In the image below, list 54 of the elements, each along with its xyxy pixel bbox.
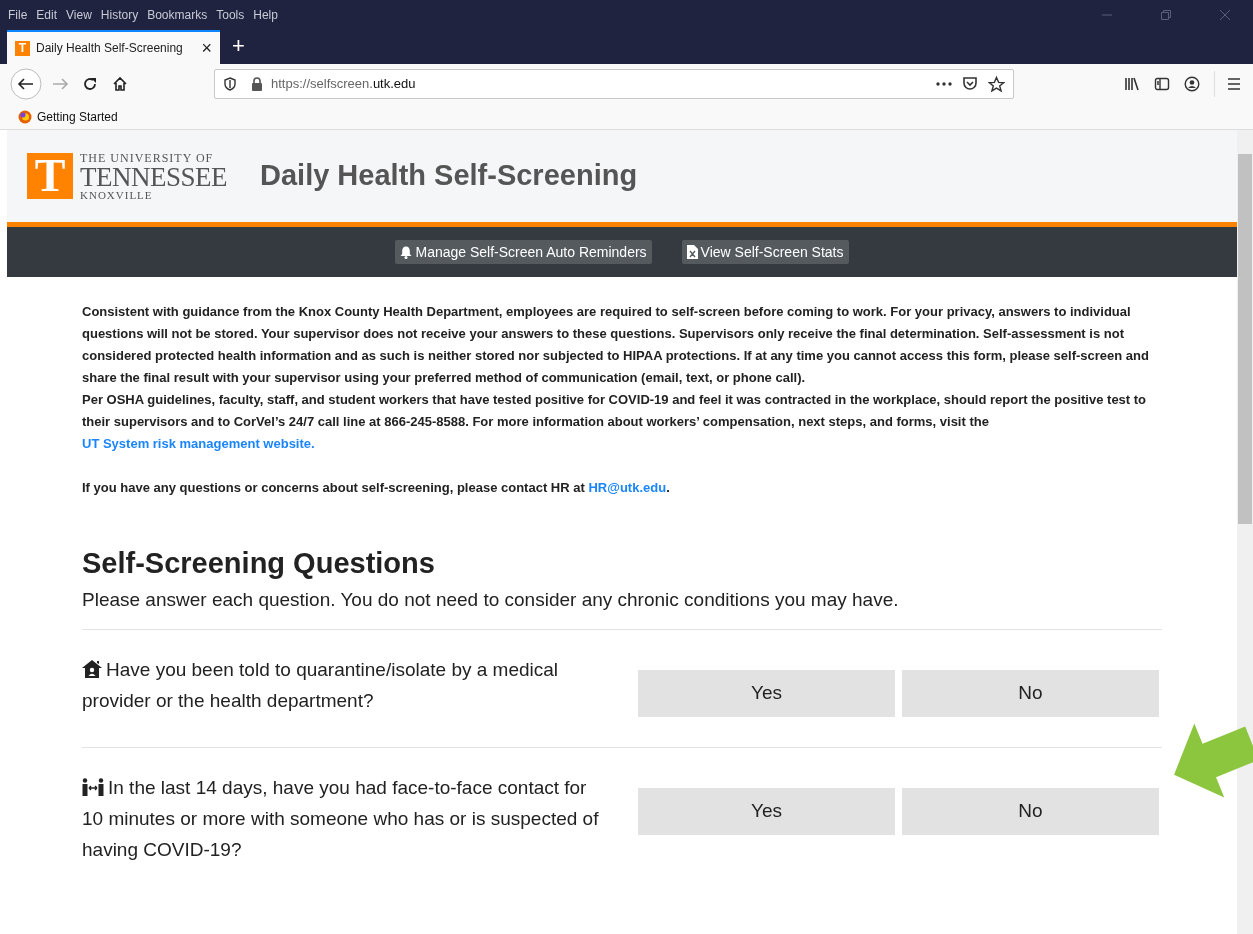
menu-item[interactable]: Edit [36, 6, 58, 24]
more-icon[interactable] [936, 82, 952, 86]
account-icon[interactable] [1184, 76, 1200, 92]
address-bar[interactable]: https://selfscreen.utk.edu [214, 69, 1014, 99]
section-subtitle: Please answer each question. You do not need to consider any chronic conditions you may have. [82, 588, 900, 612]
notice-paragraph: If you have any questions or concerns about self-screening, please contact HR at HR@utk.edu. [82, 479, 671, 497]
home-icon[interactable] [112, 76, 128, 92]
logo-text: THE UNIVERSITY OF [80, 151, 215, 164]
spreadsheet-file-icon [686, 245, 698, 259]
sidebar-icon[interactable] [1154, 76, 1170, 92]
star-icon[interactable] [988, 75, 1005, 93]
favicon: T [15, 40, 30, 56]
answer-button[interactable]: No [902, 788, 1159, 835]
people-distance-icon [82, 778, 104, 796]
scrollbar[interactable] [1237, 130, 1253, 934]
logo-text: TENNESSEE [80, 163, 227, 190]
url-text: https://selfscreen.utk.edu [271, 75, 416, 94]
nav-button[interactable]: View Self-Screen Stats [681, 240, 849, 264]
section-heading: Self-Screening Questions [82, 546, 436, 581]
question-text: In the last 14 days, have you had face-to-face contact for 10 minutes or more with someone who has or is suspected of having COVID-19? [82, 776, 600, 862]
tab-title: Daily Health Self-Screening [36, 40, 184, 57]
menu-icon[interactable] [1227, 77, 1241, 91]
question-text: Have you been told to quarantine/isolate by a medical provider or the health department? [82, 658, 560, 713]
menu-item[interactable]: File [8, 6, 28, 24]
browser-logo-icon [18, 109, 32, 124]
menu-item[interactable]: Bookmarks [147, 6, 208, 24]
lock-icon [251, 77, 263, 91]
pocket-icon[interactable] [962, 76, 978, 92]
menu-item[interactable]: View [66, 6, 92, 24]
reload-icon[interactable] [82, 76, 98, 92]
nav-button[interactable]: Manage Self-Screen Auto Reminders [395, 240, 652, 264]
menu-item[interactable]: Tools [216, 6, 245, 24]
library-icon[interactable] [1124, 76, 1140, 92]
restore-icon[interactable] [1160, 9, 1172, 21]
link[interactable]: UT System risk management website. [82, 436, 315, 451]
notice-paragraph: Per OSHA guidelines, faculty, staff, and student workers that have tested positive for COVID-19 and feel it was contracted in the workplace, should report the positive test to their supervisors and to CorVel’s 24/7 call line at 866-245-8588. For more information about workers’ compensation, next steps, and forms, visit the UT System risk management website. [82, 391, 1148, 453]
shield-icon [223, 77, 237, 91]
bookmark-item[interactable]: Getting Started [37, 107, 118, 126]
new-tab-button[interactable]: + [220, 30, 257, 64]
close-icon[interactable] [1219, 9, 1231, 21]
back-icon[interactable] [10, 68, 42, 100]
answer-button[interactable]: Yes [638, 670, 895, 717]
answer-button[interactable]: Yes [638, 788, 895, 835]
browser-tab[interactable]: T Daily Health Self-Screening × [7, 30, 220, 64]
notice-paragraph: Consistent with guidance from the Knox County Health Department, employees are required to self-screen before coming to work. For your privacy, answers to individual questions will not be stored. Your supervisor does not receive your answers to these questions. Supervisors only receive the final determination. Self-assessment is not considered protected health information and as such is neither stored nor subjected to HIPAA protections. If at any time you cannot access this form, please self-screen and share the final result with your supervisor using your preferred method of communication (email, text, or phone call). [82, 303, 1150, 387]
logo-text: KNOXVILLE [80, 189, 154, 201]
menu-item[interactable]: History [100, 6, 139, 24]
page-title: Daily Health Self-Screening [260, 158, 638, 194]
logo-mark: T [27, 153, 73, 199]
answer-button[interactable]: No [902, 670, 1159, 717]
menu-item[interactable]: Help [253, 6, 278, 24]
bell-icon [400, 245, 413, 259]
tab-close[interactable]: × [201, 39, 212, 57]
house-icon [82, 660, 102, 678]
